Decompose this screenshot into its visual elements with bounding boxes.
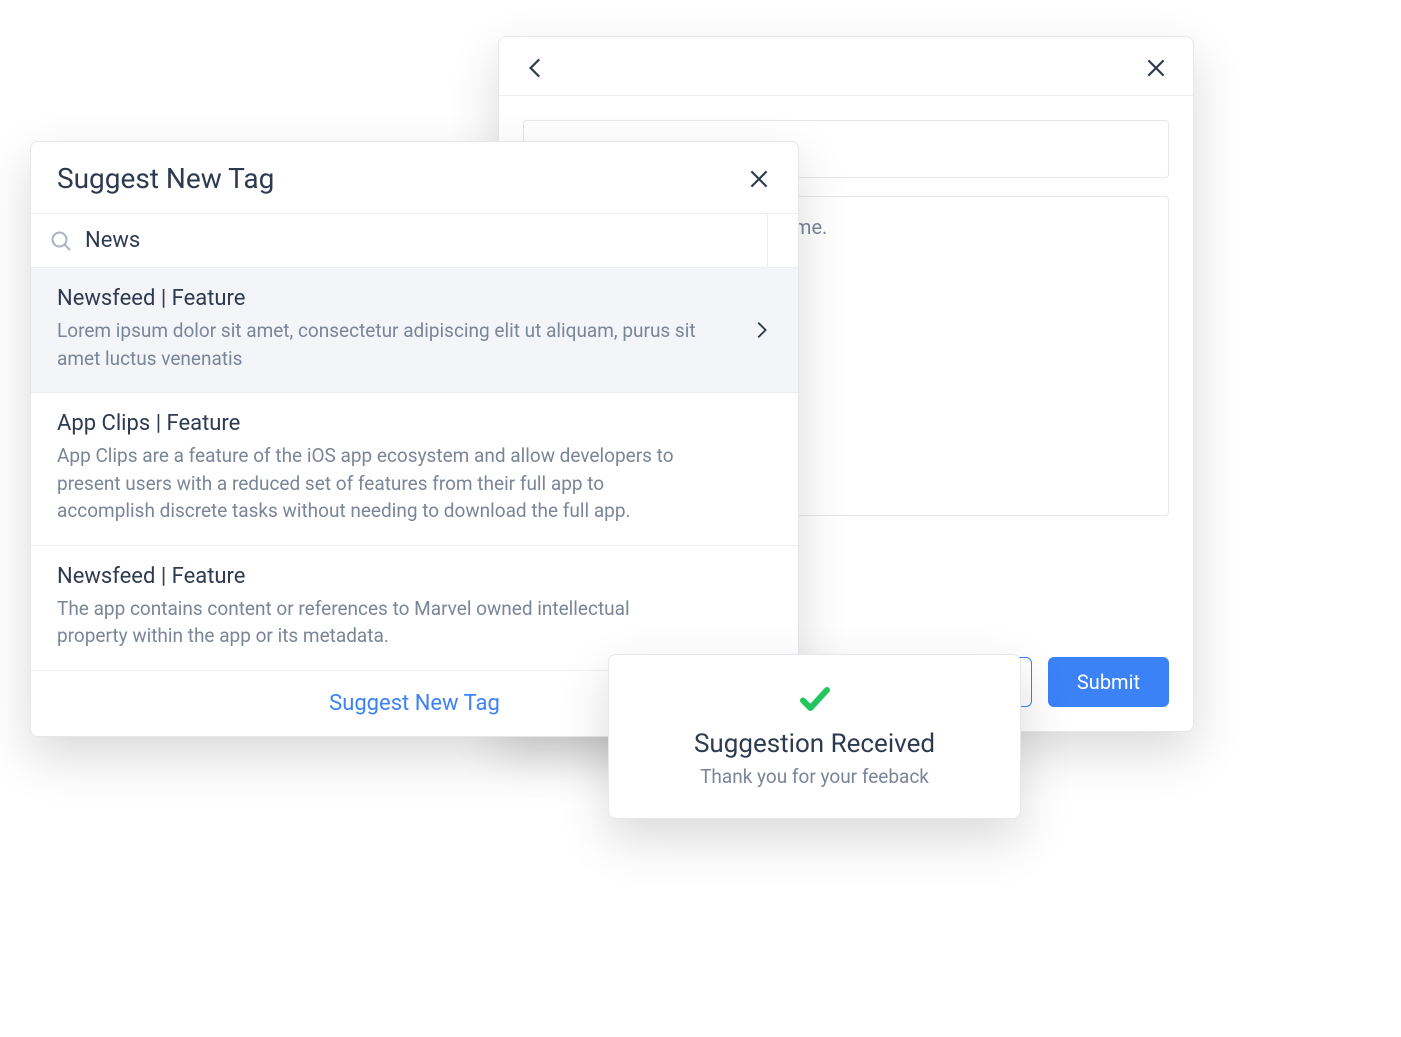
result-title: Newsfeed | Feature <box>57 286 772 311</box>
toast-subtitle: Thank you for your feeback <box>629 765 1000 788</box>
chevron-right-icon <box>750 319 772 341</box>
result-desc: App Clips are a feature of the iOS app e… <box>57 442 697 525</box>
form-header <box>499 37 1193 96</box>
close-icon[interactable] <box>746 166 772 192</box>
toast-card: Suggestion Received Thank you for your f… <box>608 654 1021 819</box>
close-icon[interactable] <box>1143 55 1169 81</box>
submit-button[interactable]: Submit <box>1048 657 1169 707</box>
toast-title: Suggestion Received <box>629 729 1000 759</box>
suggest-header: Suggest New Tag <box>31 142 798 213</box>
search-input[interactable] <box>85 228 780 253</box>
list-item[interactable]: Newsfeed | Feature Lorem ipsum dolor sit… <box>31 268 798 393</box>
list-item[interactable]: Newsfeed | Feature The app contains cont… <box>31 546 798 671</box>
search-icon <box>49 229 73 253</box>
search-row <box>31 213 798 268</box>
suggest-card: Suggest New Tag Newsfeed | Feature Lorem… <box>30 141 799 737</box>
suggest-title: Suggest New Tag <box>57 162 274 195</box>
suggest-new-tag-link[interactable]: Suggest New Tag <box>329 691 500 716</box>
check-icon <box>797 681 833 717</box>
result-title: Newsfeed | Feature <box>57 564 772 589</box>
result-title: App Clips | Feature <box>57 411 772 436</box>
back-icon[interactable] <box>523 55 549 81</box>
list-item[interactable]: App Clips | Feature App Clips are a feat… <box>31 393 798 546</box>
result-desc: The app contains content or references t… <box>57 595 697 650</box>
result-desc: Lorem ipsum dolor sit amet, consectetur … <box>57 317 697 372</box>
